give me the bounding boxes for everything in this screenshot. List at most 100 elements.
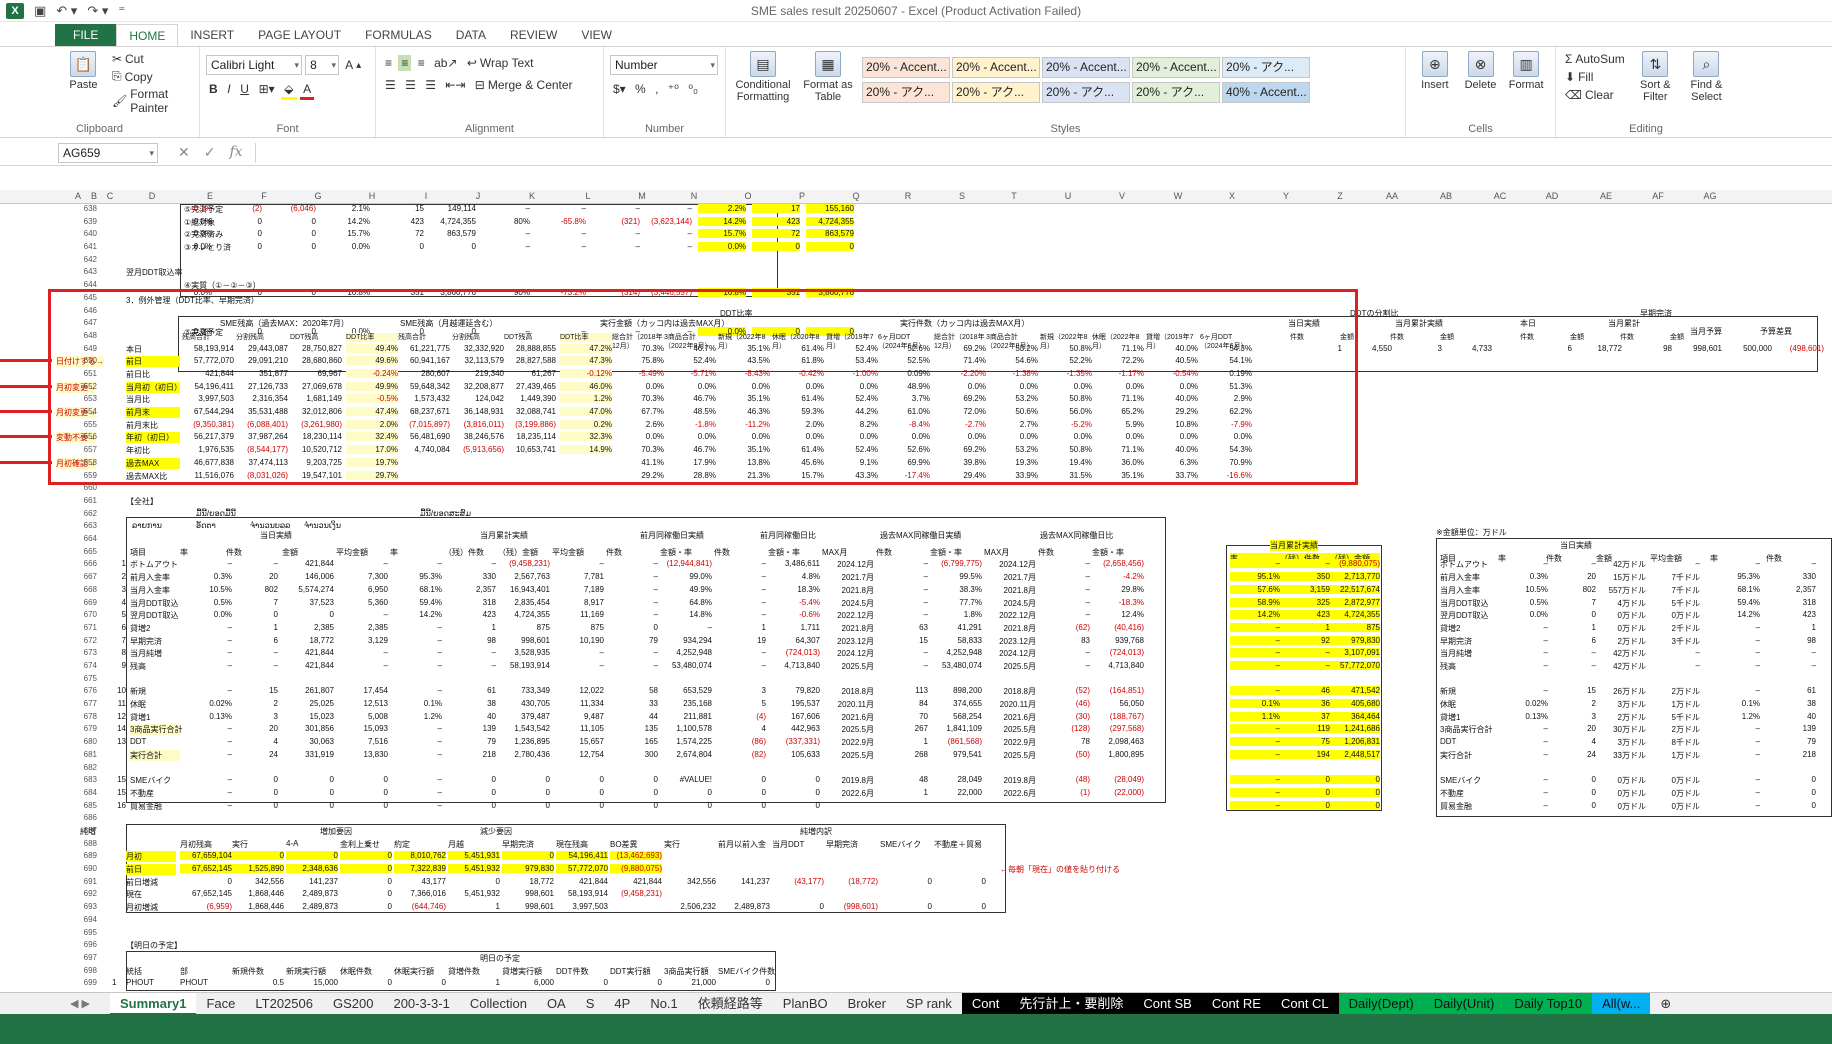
right-table-cell[interactable]: – [1498, 801, 1548, 810]
column-header-ac[interactable]: AC [1490, 191, 1510, 201]
yellow-block-cell[interactable]: 979,830 [1330, 635, 1380, 645]
summary-row-item[interactable]: 早期完済 [130, 636, 180, 647]
exception-cell[interactable]: 29,091,210 [236, 356, 288, 365]
summary-cell[interactable]: – [714, 648, 766, 657]
exception-group-header[interactable]: 当月累計 [1608, 318, 1640, 329]
net-increase-cell[interactable]: 2,506,232 [664, 902, 716, 911]
exception-cell[interactable]: 49.4% [346, 343, 398, 353]
exception-cell[interactable]: 219,340 [452, 369, 504, 378]
summary-group-header[interactable]: 当月累計実績 [480, 530, 528, 541]
summary-cell[interactable]: 79,820 [768, 686, 820, 695]
right-table-cell[interactable]: 330 [1766, 572, 1816, 581]
exception-cell[interactable]: 56,217,379 [182, 432, 234, 441]
tab-page-layout[interactable]: PAGE LAYOUT [246, 24, 353, 46]
summary-cell[interactable]: (30) [1038, 712, 1090, 721]
row-header[interactable]: 645 [48, 293, 100, 302]
right-table-cell[interactable]: 0 [1546, 801, 1596, 810]
summary-cell[interactable]: – [876, 572, 928, 581]
net-increase-cell[interactable]: (9,458,231) [610, 889, 662, 898]
summary-cell[interactable]: 0 [226, 801, 278, 810]
right-table-cell[interactable]: 新規 [1440, 686, 1490, 697]
summary-cell[interactable]: 2,567,763 [498, 572, 550, 581]
insert-button[interactable]: ⊕ Insert [1412, 51, 1458, 91]
net-increase-cell[interactable]: 2,489,873 [286, 889, 338, 898]
exception-cell[interactable]: 1,976,535 [182, 445, 234, 454]
summary-row-item[interactable]: 当月純増 [130, 648, 180, 659]
summary-cell[interactable]: 2024.12月 [822, 648, 874, 659]
tomorrow-cell[interactable]: 1 [448, 978, 500, 987]
row-header[interactable]: 657 [48, 445, 100, 454]
right-table-cell[interactable]: 1 [1546, 623, 1596, 632]
row-header[interactable]: 687 [48, 826, 100, 835]
exception-cell[interactable]: 0.0% [986, 432, 1038, 441]
tomorrow-header[interactable]: SMEバイク件数 [718, 966, 775, 977]
exception-group-header[interactable]: 早期完済 [1640, 308, 1672, 319]
right-table-cell[interactable]: 218 [1766, 750, 1816, 759]
summary-cell[interactable]: – [1038, 610, 1090, 619]
net-increase-cell[interactable]: 0 [340, 851, 392, 861]
summary-cell[interactable]: – [180, 661, 232, 670]
row-header[interactable]: 641 [48, 242, 100, 251]
net-increase-cell[interactable]: 8,010,762 [394, 851, 446, 861]
exception-cell[interactable]: 44.2% [826, 407, 878, 416]
summary-cell[interactable]: 2019.8月 [984, 775, 1036, 786]
fill-button[interactable]: ⬇ Fill [1562, 69, 1628, 85]
summary-cell[interactable]: – [714, 598, 766, 607]
summary-cell[interactable]: 30,063 [282, 737, 334, 746]
summary-cell[interactable]: 25,025 [282, 699, 334, 708]
customize-qat-icon[interactable]: ⁼ [118, 3, 125, 19]
right-table-cell[interactable]: 15 [1546, 686, 1596, 695]
exception-cell[interactable]: 49.9% [346, 381, 398, 391]
row-header[interactable]: 672 [48, 636, 100, 645]
exception-cell[interactable]: -2.20% [934, 369, 986, 378]
net-increase-cell[interactable]: 998,601 [502, 902, 554, 911]
row-header[interactable]: 644 [48, 280, 100, 289]
tomorrow-header[interactable]: 3商品実行額 [664, 966, 718, 977]
sheet-tab-3[interactable]: GS200 [323, 993, 383, 1015]
summary-cell[interactable]: 18.3% [768, 585, 820, 594]
exception-cell[interactable]: 4,740,084 [398, 445, 450, 454]
right-table-cell[interactable]: 15万ドル [1596, 572, 1646, 583]
top-block-cell[interactable]: 0.0% [698, 242, 746, 252]
yellow-block-cell[interactable]: 95.1% [1230, 572, 1280, 582]
exception-cell[interactable]: 0.0% [664, 382, 716, 391]
top-block-cell[interactable]: – [644, 242, 692, 251]
exception-cell[interactable]: -5.71% [664, 369, 716, 378]
exception-cell[interactable]: 47.0% [560, 407, 612, 417]
summary-cell[interactable]: 16,943,401 [498, 585, 550, 594]
exception-cell[interactable]: 9,203,725 [290, 458, 342, 467]
summary-row-no[interactable]: 10 [112, 686, 126, 695]
exception-cell[interactable]: 56.0% [1040, 407, 1092, 416]
row-header[interactable]: 669 [48, 598, 100, 607]
exception-cell[interactable]: 46.3% [718, 407, 770, 416]
exception-cell[interactable]: 0.0% [1146, 432, 1198, 441]
exception-cell[interactable]: 0.0% [718, 432, 770, 441]
summary-cell[interactable]: 0 [552, 775, 604, 784]
summary-row-item[interactable]: 貿易金融 [130, 801, 180, 812]
tomorrow-cell[interactable]: 0 [394, 978, 446, 987]
summary-cell[interactable]: 0 [336, 788, 388, 797]
exception-cell[interactable]: 27,126,733 [236, 382, 288, 391]
underline-button[interactable]: U [237, 81, 252, 97]
exception-row-label[interactable]: 前日 [126, 356, 180, 368]
net-increase-cell[interactable]: 1,868,446 [232, 889, 284, 898]
summary-cell[interactable]: 898,200 [930, 686, 982, 695]
top-block-cell[interactable]: – [482, 204, 530, 213]
exception-cell[interactable]: 6 [1520, 344, 1572, 353]
summary-cell[interactable]: – [444, 648, 496, 657]
summary-cell[interactable]: 79 [606, 636, 658, 645]
cut-button[interactable]: ✂ Cut [109, 51, 193, 67]
exception-cell[interactable]: 71.1% [1092, 394, 1144, 403]
summary-cell[interactable]: 0 [444, 788, 496, 797]
right-table-cell[interactable]: 8千ドル [1650, 737, 1700, 748]
summary-cell[interactable]: 2021.8月 [984, 585, 1036, 596]
right-table-cell[interactable]: 4 [1546, 737, 1596, 746]
summary-cell[interactable]: – [876, 559, 928, 568]
exception-cell[interactable]: 0.0% [934, 382, 986, 391]
yellow-block-cell[interactable]: 119 [1280, 724, 1330, 734]
right-table-cell[interactable]: – [1650, 559, 1700, 568]
tomorrow-header[interactable]: 新規件数 [232, 966, 286, 977]
right-table-cell[interactable]: 残高 [1440, 661, 1490, 672]
exception-cell[interactable]: 69,967 [290, 369, 342, 378]
summary-cell[interactable]: 875 [498, 623, 550, 632]
